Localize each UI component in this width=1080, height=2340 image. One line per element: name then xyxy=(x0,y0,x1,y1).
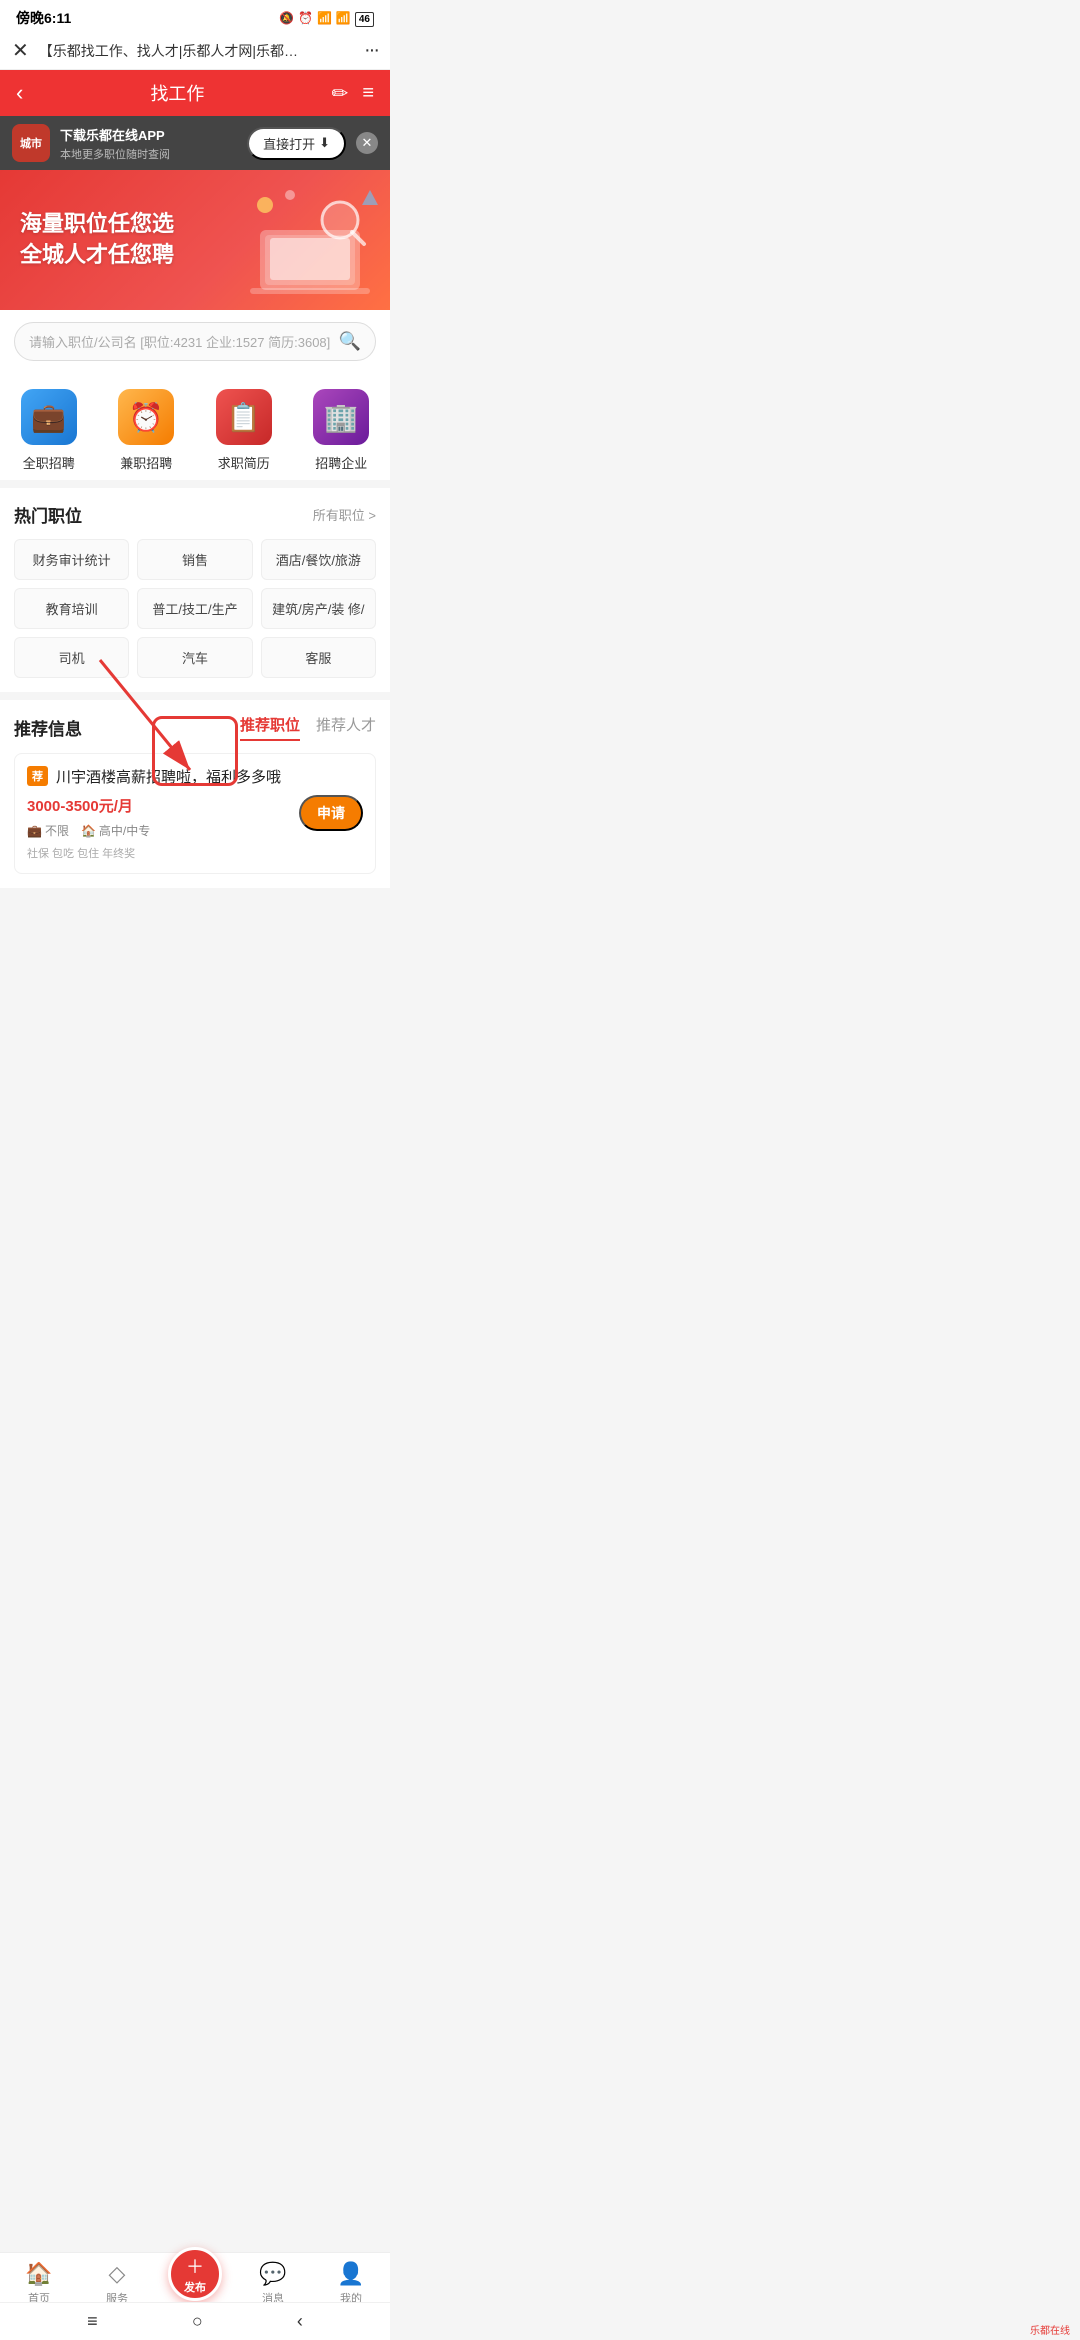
sys-home-button[interactable]: ○ xyxy=(192,2311,203,2332)
job-benefits: 社保 包吃 包住 年终奖 xyxy=(27,845,150,861)
job-tags-grid: 财务审计统计 销售 酒店/餐饮/旅游 教育培训 普工/技工/生产 建筑/房产/装… xyxy=(14,539,376,678)
recommend-section: 推荐信息 推荐职位 推荐人才 荐 川宇酒楼高薪招聘啦，福利多多哦 3000-35… xyxy=(0,700,390,888)
job-card: 荐 川宇酒楼高薪招聘啦，福利多多哦 3000-3500元/月 💼 不限 🏠 高中… xyxy=(14,753,376,874)
recommend-tabs: 推荐职位 推荐人才 xyxy=(240,714,376,741)
status-time: 傍晚6:11 xyxy=(16,8,71,28)
edit-icon[interactable]: ✏ xyxy=(332,81,349,106)
job-card-header: 荐 川宇酒楼高薪招聘啦，福利多多哦 xyxy=(27,766,363,787)
job-meta: 💼 不限 🏠 高中/中专 xyxy=(27,822,150,839)
nav-message[interactable]: 💬 消息 xyxy=(234,2261,312,2306)
download-icon: ⬇ xyxy=(319,135,330,151)
search-section: 请输入职位/公司名 [职位:4231 企业:1527 简历:3608] 🔍 xyxy=(0,310,390,373)
cat-resume[interactable]: 📋 求职简历 xyxy=(195,389,293,472)
system-bar: ≡ ○ ‹ xyxy=(0,2302,390,2340)
parttime-icon: ⏰ xyxy=(118,389,174,445)
job-tag-3[interactable]: 教育培训 xyxy=(14,588,129,629)
fulltime-label: 全职招聘 xyxy=(23,453,75,472)
apply-button[interactable]: 申请 xyxy=(299,795,363,831)
job-tag-0[interactable]: 财务审计统计 xyxy=(14,539,129,580)
resume-icon: 📋 xyxy=(216,389,272,445)
job-tag-2[interactable]: 酒店/餐饮/旅游 xyxy=(261,539,376,580)
browser-close-button[interactable]: ✕ xyxy=(12,38,29,63)
hero-text: 海量职位任您选 全城人才任您聘 xyxy=(20,209,174,271)
cat-part-time[interactable]: ⏰ 兼职招聘 xyxy=(98,389,196,472)
brand-logo: 乐都在线 xyxy=(1030,2322,1070,2337)
job-tag-1[interactable]: 销售 xyxy=(137,539,252,580)
search-bar[interactable]: 请输入职位/公司名 [职位:4231 企业:1527 简历:3608] 🔍 xyxy=(14,322,376,361)
tab-recommend-jobs[interactable]: 推荐职位 xyxy=(240,714,300,741)
download-title: 下载乐都在线APP xyxy=(60,125,237,144)
publish-label: 发布 xyxy=(184,2279,206,2295)
nav-service[interactable]: ◇ 服务 xyxy=(78,2261,156,2306)
nav-mine[interactable]: 👤 我的 xyxy=(312,2261,390,2306)
job-tag-8[interactable]: 客服 xyxy=(261,637,376,678)
job-tag-6[interactable]: 司机 xyxy=(14,637,129,678)
browser-more-button[interactable]: ··· xyxy=(364,39,378,62)
job-hot-tag: 荐 xyxy=(27,766,48,786)
alarm-icon: ⏰ xyxy=(298,11,313,25)
battery-icon: 46 xyxy=(355,11,374,25)
tab-recommend-talent[interactable]: 推荐人才 xyxy=(316,714,376,741)
app-header: ‹ 找工作 ✏ ≡ xyxy=(0,70,390,116)
menu-icon[interactable]: ≡ xyxy=(362,82,374,105)
hot-jobs-header: 热门职位 所有职位 > xyxy=(14,502,376,527)
status-bar: 傍晚6:11 🔕 ⏰ 📶 📶 46 xyxy=(0,0,390,32)
recommend-header: 推荐信息 推荐职位 推荐人才 xyxy=(14,714,376,741)
download-banner: 城市 下载乐都在线APP 本地更多职位随时查阅 直接打开 ⬇ ✕ xyxy=(0,116,390,170)
resume-label: 求职简历 xyxy=(218,453,270,472)
message-icon: 💬 xyxy=(259,2261,286,2287)
publish-button[interactable]: ＋ 发布 xyxy=(168,2247,222,2301)
job-salary: 3000-3500元/月 xyxy=(27,795,150,816)
hero-banner: 海量职位任您选 全城人才任您聘 xyxy=(0,170,390,310)
nav-publish[interactable]: ＋ 发布 xyxy=(156,2267,234,2301)
hot-jobs-more[interactable]: 所有职位 > xyxy=(313,505,376,524)
sys-back-button[interactable]: ‹ xyxy=(297,2311,303,2332)
download-close-button[interactable]: ✕ xyxy=(356,132,378,154)
download-open-button[interactable]: 直接打开 ⬇ xyxy=(247,127,346,160)
browser-title: 【乐都找工作、找人才|乐都人才网|乐都… xyxy=(39,41,354,61)
hero-line1: 海量职位任您选 xyxy=(20,209,174,240)
back-button[interactable]: ‹ xyxy=(16,80,23,106)
cat-company[interactable]: 🏢 招聘企业 xyxy=(293,389,391,472)
job-card-title: 川宇酒楼高薪招聘啦，福利多多哦 xyxy=(56,766,363,787)
recommend-title: 推荐信息 xyxy=(14,715,82,740)
job-tag-5[interactable]: 建筑/房产/装 修/ xyxy=(261,588,376,629)
hot-jobs-title: 热门职位 xyxy=(14,502,82,527)
parttime-label: 兼职招聘 xyxy=(120,453,172,472)
sys-menu-button[interactable]: ≡ xyxy=(87,2311,98,2332)
company-label: 招聘企业 xyxy=(315,453,367,472)
service-icon: ◇ xyxy=(109,2261,126,2287)
job-tag-4[interactable]: 普工/技工/生产 xyxy=(137,588,252,629)
job-education: 🏠 高中/中专 xyxy=(81,822,150,839)
signal-icon: 📶 xyxy=(317,11,332,25)
category-section: 💼 全职招聘 ⏰ 兼职招聘 📋 求职简历 🏢 招聘企业 xyxy=(0,373,390,480)
status-icons: 🔕 ⏰ 📶 📶 46 xyxy=(279,11,374,25)
hero-line2: 全城人才任您聘 xyxy=(20,240,174,271)
briefcase-icon: 💼 xyxy=(27,824,42,838)
browser-bar: ✕ 【乐都找工作、找人才|乐都人才网|乐都… ··· xyxy=(0,32,390,70)
nav-home[interactable]: 🏠 首页 xyxy=(0,2261,78,2306)
download-subtitle: 本地更多职位随时查阅 xyxy=(60,146,237,162)
home-icon: 🏠 xyxy=(25,2261,52,2287)
cat-full-time[interactable]: 💼 全职招聘 xyxy=(0,389,98,472)
company-icon: 🏢 xyxy=(313,389,369,445)
notification-icon: 🔕 xyxy=(279,11,294,25)
page-title: 找工作 xyxy=(150,80,204,106)
search-icon: 🔍 xyxy=(339,331,361,352)
app-logo: 城市 xyxy=(12,124,50,162)
graduation-icon: 🏠 xyxy=(81,824,96,838)
fulltime-icon: 💼 xyxy=(21,389,77,445)
header-icons: ✏ ≡ xyxy=(332,81,374,106)
profile-icon: 👤 xyxy=(337,2261,364,2287)
job-tag-7[interactable]: 汽车 xyxy=(137,637,252,678)
search-placeholder: 请输入职位/公司名 [职位:4231 企业:1527 简历:3608] xyxy=(29,332,339,351)
hot-jobs-section: 热门职位 所有职位 > 财务审计统计 销售 酒店/餐饮/旅游 教育培训 普工/技… xyxy=(0,488,390,692)
hero-graphic xyxy=(240,180,380,300)
publish-plus-icon: ＋ xyxy=(186,2253,204,2279)
wifi-icon: 📶 xyxy=(336,11,351,25)
job-limit: 💼 不限 xyxy=(27,822,69,839)
download-text: 下载乐都在线APP 本地更多职位随时查阅 xyxy=(60,125,237,162)
